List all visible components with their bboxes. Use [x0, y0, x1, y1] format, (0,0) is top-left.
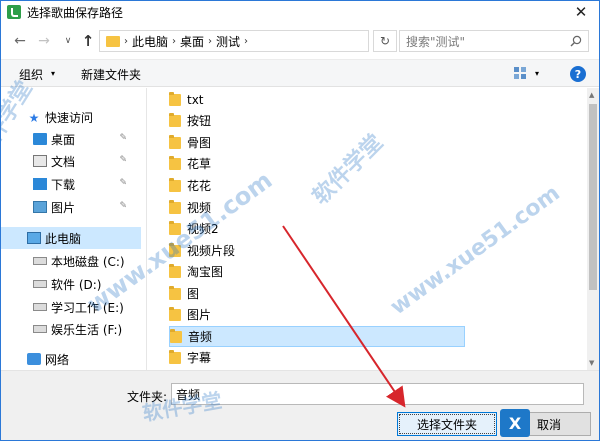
search-input[interactable]: 搜索"测试" — [399, 30, 589, 52]
list-item[interactable]: 花草 — [169, 153, 465, 174]
new-folder-button[interactable]: 新建文件夹 — [81, 66, 141, 83]
recent-locations-button[interactable]: ∨ — [58, 31, 78, 51]
list-item[interactable]: 按钮 — [169, 110, 465, 131]
view-options-icon[interactable] — [513, 66, 527, 80]
folder-name: txt — [187, 92, 204, 107]
nav-item-label: 此电脑 — [45, 231, 82, 246]
folder-icon — [169, 285, 181, 300]
scroll-down-icon[interactable]: ▼ — [589, 359, 594, 367]
chevron-down-icon[interactable]: ▾ — [535, 69, 539, 78]
star-icon: ★ — [28, 111, 40, 125]
nav-item-label: 图片 — [51, 200, 76, 215]
folder-icon — [169, 263, 181, 278]
close-button[interactable]: ✕ — [567, 2, 595, 22]
folder-name: 按钮 — [187, 114, 212, 128]
scroll-up-icon[interactable]: ▲ — [589, 91, 594, 99]
folder-icon — [169, 112, 181, 127]
nav-pictures[interactable]: 图片 ✎ — [33, 196, 137, 218]
picture-icon — [33, 201, 47, 213]
drive-icon — [33, 280, 47, 288]
command-bar: 组织 ▾ 新建文件夹 ▾ ? — [1, 59, 599, 87]
select-folder-button[interactable]: 选择文件夹 — [397, 412, 497, 436]
nav-quick-access[interactable]: ★ 快速访问 — [27, 106, 146, 128]
chevron-right-icon: › — [172, 35, 177, 47]
window-title: 选择歌曲保存路径 — [27, 5, 124, 20]
folder-name: 花花 — [187, 179, 212, 193]
folder-icon — [169, 306, 181, 321]
list-item[interactable]: 视频片段 — [169, 240, 465, 261]
document-icon — [33, 155, 47, 167]
nav-drive-f[interactable]: 娱乐生活 (F:) — [33, 318, 146, 340]
chevron-right-icon: › — [208, 35, 213, 47]
folder-name-field[interactable]: 音频 — [171, 383, 584, 405]
forward-button[interactable]: → — [34, 31, 54, 51]
folder-name: 图片 — [187, 308, 212, 322]
nav-item-label: 本地磁盘 (C:) — [51, 254, 125, 269]
breadcrumb-test[interactable]: 测试 — [216, 33, 240, 50]
nav-network[interactable]: 网络 — [27, 348, 146, 370]
nav-this-pc[interactable]: 此电脑 — [1, 227, 141, 249]
refresh-button[interactable]: ↻ — [373, 30, 397, 52]
brand-logo: X — [500, 409, 530, 437]
nav-item-label: 娱乐生活 (F:) — [51, 322, 123, 337]
nav-item-label: 桌面 — [51, 132, 76, 147]
chevron-right-icon: › — [244, 35, 249, 47]
nav-documents[interactable]: 文档 ✎ — [33, 150, 137, 172]
folder-name: 淘宝图 — [187, 265, 224, 279]
breadcrumb-this-pc[interactable]: 此电脑 — [132, 33, 168, 50]
breadcrumb-desktop[interactable]: 桌面 — [180, 33, 204, 50]
chevron-down-icon[interactable]: ▾ — [51, 69, 55, 78]
nav-item-label: 文档 — [51, 154, 76, 169]
pin-icon[interactable]: ✎ — [119, 201, 127, 211]
folder-icon — [106, 35, 120, 47]
pin-icon[interactable]: ✎ — [119, 178, 127, 188]
navigation-pane: ★ 快速访问 桌面 ✎ 文档 ✎ 下载 ✎ 图片 ✎ 此电脑 本地磁盘 (C:)… — [1, 88, 147, 370]
nav-item-label: 下载 — [51, 177, 76, 192]
folder-icon — [169, 134, 181, 149]
pin-icon[interactable]: ✎ — [119, 133, 127, 143]
list-item[interactable]: 图片 — [169, 304, 465, 325]
desktop-icon — [33, 133, 47, 145]
nav-desktop[interactable]: 桌面 ✎ — [33, 128, 137, 150]
nav-item-label: 网络 — [45, 352, 70, 367]
folder-icon — [169, 155, 181, 170]
up-button[interactable]: ↑ — [78, 31, 98, 51]
list-item[interactable]: 骨图 — [169, 132, 465, 153]
folder-name: 音频 — [188, 330, 213, 344]
list-item[interactable]: 字幕 — [169, 347, 465, 368]
pin-icon[interactable]: ✎ — [119, 155, 127, 165]
vertical-scrollbar[interactable]: ▲ ▼ — [587, 88, 599, 370]
nav-item-label: 快速访问 — [45, 110, 94, 125]
list-item[interactable]: txt — [169, 89, 465, 110]
nav-downloads[interactable]: 下载 ✎ — [33, 173, 137, 195]
folder-icon — [169, 349, 181, 364]
title-bar: 选择歌曲保存路径 ✕ — [1, 1, 599, 23]
address-bar[interactable]: › 此电脑 › 桌面 › 测试 › — [99, 30, 369, 52]
back-button[interactable]: ← — [10, 31, 30, 51]
folder-name: 花草 — [187, 157, 212, 171]
download-icon — [33, 178, 47, 190]
folder-name: 骨图 — [187, 136, 212, 150]
scrollbar-thumb[interactable] — [589, 104, 597, 290]
drive-icon — [33, 325, 47, 333]
folder-icon — [169, 91, 181, 106]
list-item-selected[interactable]: 音频 — [169, 326, 465, 347]
chevron-right-icon: › — [124, 35, 128, 47]
folder-icon — [169, 177, 181, 192]
logo-letter: X — [508, 413, 522, 433]
help-button[interactable]: ? — [570, 66, 586, 82]
drive-icon — [33, 303, 47, 311]
search-placeholder: 搜索"测试" — [406, 34, 466, 49]
computer-icon — [27, 232, 41, 244]
network-icon — [27, 353, 41, 365]
search-icon — [570, 35, 582, 47]
navigation-bar: ← → ∨ ↑ › 此电脑 › 桌面 › 测试 › ↻ 搜索"测试" — [1, 28, 599, 54]
folder-name: 字幕 — [187, 351, 212, 365]
app-icon — [7, 5, 21, 19]
folder-icon — [169, 199, 181, 214]
folder-name: 图 — [187, 287, 200, 301]
folder-icon — [170, 328, 182, 343]
drive-c-icon — [33, 257, 47, 265]
